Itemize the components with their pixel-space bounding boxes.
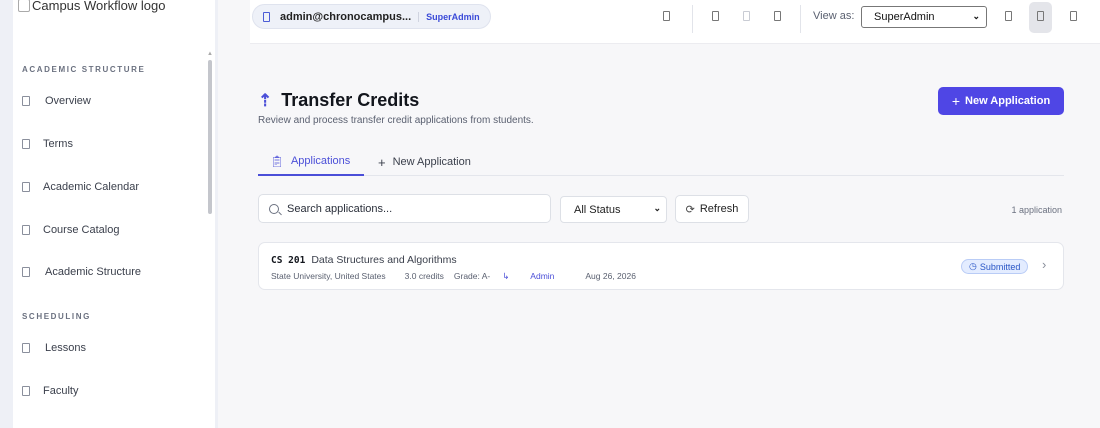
submitted-by: ↳ Admin [502, 271, 573, 282]
logo-alt-text: Campus Workflow logo [32, 0, 166, 13]
scroll-up-arrow-icon[interactable]: ▲ [207, 51, 213, 57]
status-filter-value: All Status [574, 203, 621, 216]
section-label-scheduling: SCHEDULING [22, 312, 91, 321]
sidebar-item-course-catalog[interactable]: Course Catalog [22, 215, 192, 245]
app-logo[interactable]: Campus Workflow logo [18, 0, 165, 13]
sidebar-item-label: Academic Structure [45, 266, 141, 278]
top-bar: admin@chronocampus... SuperAdmin View as… [250, 0, 1100, 44]
course-name: Data Structures and Algorithms [311, 254, 457, 266]
search-icon [269, 203, 279, 214]
help-icon[interactable] [712, 11, 719, 21]
application-row[interactable]: CS 201 Data Structures and Algorithms St… [258, 242, 1064, 290]
toolbar-divider [800, 5, 801, 33]
grade: Grade: A- [453, 271, 491, 281]
lessons-icon [22, 343, 30, 353]
fullscreen-icon[interactable] [1005, 11, 1012, 21]
sidebar-item-label: Academic Calendar [43, 181, 139, 193]
sidebar-item-faculty[interactable]: Faculty [22, 376, 192, 406]
toolbar-divider [692, 5, 693, 33]
new-application-label: New Application [965, 95, 1051, 107]
institution: State University, United States [271, 271, 386, 281]
sidebar-item-label: Course Catalog [43, 224, 120, 236]
plus-icon: + [951, 93, 961, 109]
tab-label: Applications [290, 155, 351, 167]
page-title-text: Transfer Credits [281, 90, 420, 110]
search-input[interactable] [287, 202, 537, 215]
view-as-select[interactable]: SuperAdmin ⌄ [861, 6, 987, 28]
application-count: 1 application [1011, 205, 1062, 215]
profile-icon[interactable] [1070, 11, 1077, 21]
sidebar-item-academic-structure[interactable]: Academic Structure [22, 257, 192, 287]
sidebar-item-label: Overview [45, 95, 91, 107]
new-application-button[interactable]: + New Application [938, 87, 1064, 115]
page-subtitle: Review and process transfer credit appli… [258, 115, 534, 126]
section-label-academic-structure: ACADEMIC STRUCTURE [22, 65, 146, 74]
layout-icon [1037, 11, 1044, 21]
refresh-label: Refresh [699, 203, 739, 215]
user-icon [263, 11, 270, 22]
chevron-down-icon: ⌄ [653, 203, 661, 213]
tab-label: New Application [392, 156, 471, 168]
notifications-icon[interactable] [663, 11, 670, 21]
theme-icon[interactable] [743, 11, 750, 21]
structure-icon [22, 267, 30, 277]
tab-new-application[interactable]: + New Application [378, 148, 471, 176]
view-as-label: View as: [813, 10, 855, 22]
status-badge: ◷ Submitted [961, 259, 1029, 274]
sidebar-item-academic-calendar[interactable]: Academic Calendar [22, 172, 192, 202]
plus-icon: + [378, 154, 386, 170]
submitted-by-name: Admin [530, 271, 555, 281]
sidebar-item-overview[interactable]: Overview [22, 86, 192, 116]
user-account-pill[interactable]: admin@chronocampus... SuperAdmin [252, 4, 491, 29]
status-label: Submitted [979, 261, 1021, 272]
chevron-right-icon[interactable]: › [1042, 257, 1046, 272]
refresh-button[interactable]: ⟳ Refresh [675, 195, 749, 223]
return-arrow-icon: ↳ [502, 271, 510, 281]
chevron-down-icon: ⌄ [972, 11, 980, 21]
settings-icon[interactable] [774, 11, 781, 21]
broken-image-icon [18, 0, 30, 12]
refresh-icon: ⟳ [685, 203, 695, 216]
view-as-value: SuperAdmin [874, 11, 935, 23]
upload-icon: ⇡ [258, 90, 273, 110]
tab-applications[interactable]: 📋︎ Applications [258, 148, 365, 176]
role-badge: SuperAdmin [418, 11, 480, 22]
application-date: Aug 26, 2026 [585, 271, 636, 281]
book-icon [22, 225, 30, 235]
calendar-icon [22, 182, 30, 192]
overview-icon [22, 96, 30, 106]
terms-icon [22, 139, 30, 149]
sidebar-item-lessons[interactable]: Lessons [22, 333, 192, 363]
course-code: CS 201 [271, 255, 306, 266]
status-filter-select[interactable]: All Status ⌄ [560, 196, 667, 223]
sidebar-item-terms[interactable]: Terms [22, 129, 192, 159]
clock-icon: ◷ [969, 261, 977, 271]
sidebar-item-label: Faculty [43, 385, 79, 397]
user-email: admin@chronocampus... [280, 10, 412, 23]
sidebar-scrollbar[interactable] [208, 60, 212, 214]
credits: 3.0 credits [404, 271, 444, 281]
sidebar-item-label: Terms [43, 138, 73, 150]
clipboard-icon: 📋︎ [270, 155, 284, 168]
sidebar-item-label: Lessons [45, 342, 86, 354]
faculty-icon [22, 386, 30, 396]
page-title: ⇡ Transfer Credits [258, 90, 419, 111]
search-box[interactable] [258, 194, 551, 223]
